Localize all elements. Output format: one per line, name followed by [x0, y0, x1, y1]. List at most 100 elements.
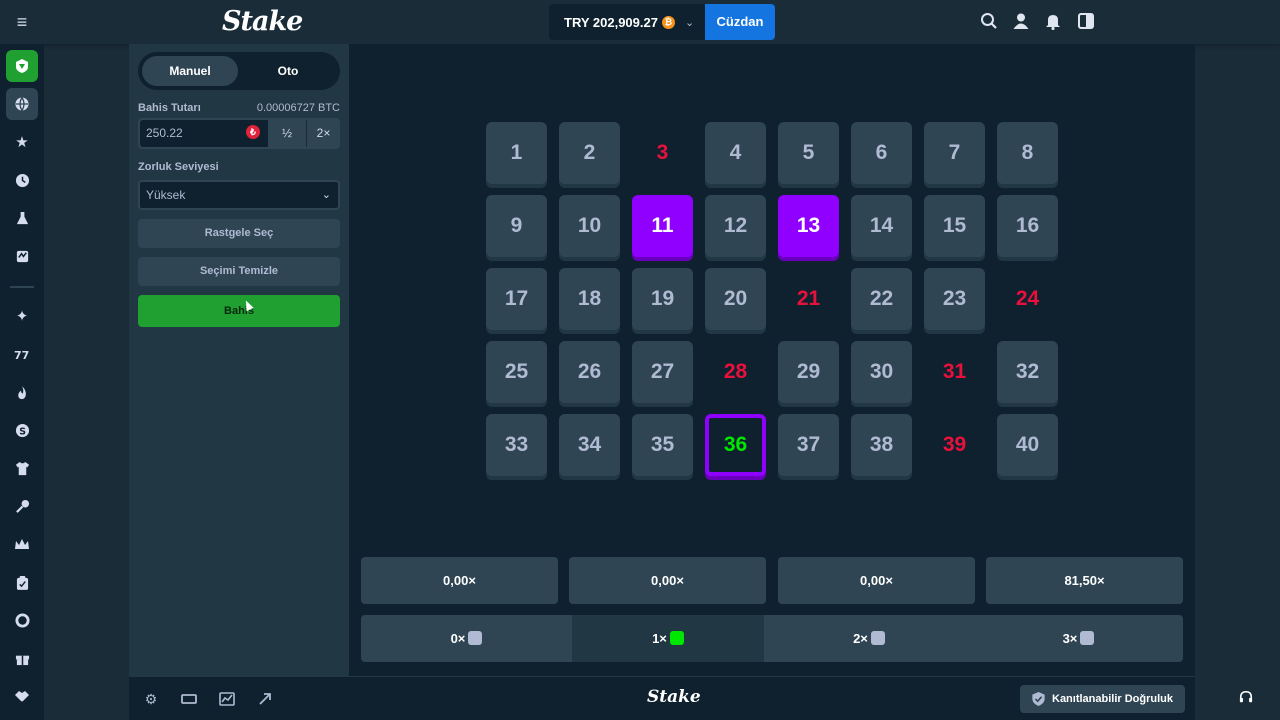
clock-icon[interactable] — [6, 164, 38, 196]
hit-count-cell: 0× — [361, 615, 572, 662]
keno-tile[interactable]: 39 — [924, 414, 985, 476]
keno-tile[interactable]: 16 — [997, 195, 1058, 257]
difficulty-select[interactable]: Yüksek ⌄ — [138, 180, 340, 210]
keno-board: 1 2 3 4 5 6 7 8 9 10 11 12 13 14 15 16 17 18 19 20 21 22 23 24 2… — [349, 44, 1195, 676]
keno-tile[interactable]: 3 — [632, 122, 693, 184]
hit-count-label: 2× — [853, 631, 868, 646]
hit-count-label: 3× — [1062, 631, 1078, 646]
difficulty-label: Zorluk Seviyesi — [138, 161, 219, 173]
keno-tile[interactable]: 11 — [632, 195, 693, 257]
keno-tile[interactable]: 15 — [924, 195, 985, 257]
gift-icon[interactable] — [6, 642, 38, 674]
fire-icon[interactable] — [6, 376, 38, 408]
keno-tile[interactable]: 32 — [997, 341, 1058, 403]
user-icon[interactable] — [1012, 12, 1032, 32]
keno-tile[interactable]: 19 — [632, 268, 693, 330]
keno-tile[interactable]: 26 — [559, 341, 620, 403]
tab-manual[interactable]: Manuel — [142, 56, 238, 86]
star-icon[interactable]: ★ — [6, 126, 38, 158]
settings-icon[interactable]: ⚙ — [143, 691, 159, 707]
keno-tile[interactable]: 22 — [851, 268, 912, 330]
shield-check-icon — [1032, 692, 1045, 706]
clear-selection-button[interactable]: Seçimi Temizle — [138, 257, 340, 286]
keno-tile[interactable]: 14 — [851, 195, 912, 257]
stake-logo[interactable]: Stake — [222, 6, 303, 37]
keno-tile[interactable]: 33 — [486, 414, 547, 476]
hit-count-cell: 3× — [974, 615, 1183, 662]
key-icon[interactable] — [6, 490, 38, 522]
bet-amount-group: 250.22 ₺ ½ 2× — [138, 118, 340, 149]
bet-button[interactable]: Bahis — [138, 295, 340, 327]
keno-tile[interactable]: 29 — [778, 341, 839, 403]
chevron-down-icon: ⌄ — [684, 16, 695, 29]
gem-icon — [870, 631, 885, 645]
hit-count-cell: 2× — [764, 615, 974, 662]
keno-tile[interactable]: 8 — [997, 122, 1058, 184]
keno-tile[interactable]: 17 — [486, 268, 547, 330]
stats-icon[interactable] — [219, 691, 235, 707]
keno-tile[interactable]: 13 — [778, 195, 839, 257]
keno-tile[interactable]: 20 — [705, 268, 766, 330]
keno-tile[interactable]: 12 — [705, 195, 766, 257]
keno-tile[interactable]: 10 — [559, 195, 620, 257]
game-footer: ⚙ Stake Kanıtlanabilir Doğruluk — [129, 676, 1195, 720]
keno-tile[interactable]: 37 — [778, 414, 839, 476]
bet-amount-label: Bahis Tutarı — [138, 102, 201, 114]
provably-fair-label: Kanıtlanabilir Doğruluk — [1052, 693, 1174, 705]
theatre-mode-icon[interactable] — [181, 691, 197, 707]
keno-tile[interactable]: 35 — [632, 414, 693, 476]
tab-auto[interactable]: Oto — [240, 56, 336, 86]
random-pick-button[interactable]: Rastgele Seç — [138, 219, 340, 248]
keno-tile[interactable]: 27 — [632, 341, 693, 403]
keno-tile[interactable]: 6 — [851, 122, 912, 184]
sidebar-toggle-icon[interactable] — [1077, 12, 1097, 32]
keno-tile[interactable]: 5 — [778, 122, 839, 184]
handshake-icon[interactable] — [6, 680, 38, 712]
originals-icon[interactable] — [6, 50, 38, 82]
trophy-icon[interactable] — [6, 240, 38, 272]
sparkle-icon[interactable]: ✦ — [6, 300, 38, 332]
search-icon[interactable] — [980, 12, 1000, 32]
keno-tile[interactable]: 7 — [924, 122, 985, 184]
sports-icon[interactable] — [6, 88, 38, 120]
support-headset-icon[interactable] — [1225, 683, 1267, 713]
keno-tile[interactable]: 28 — [705, 341, 766, 403]
keno-tile[interactable]: 38 — [851, 414, 912, 476]
gem-icon — [669, 631, 684, 645]
provably-fair-button[interactable]: Kanıtlanabilir Doğruluk — [1020, 685, 1185, 713]
balance-selector[interactable]: TRY 202,909.27 ₿ ⌄ — [549, 4, 705, 40]
flask-icon[interactable] — [6, 202, 38, 234]
keno-tile[interactable]: 18 — [559, 268, 620, 330]
keno-tile[interactable]: 25 — [486, 341, 547, 403]
menu-icon[interactable]: ≡ — [12, 13, 32, 31]
keno-tile[interactable]: 36 — [705, 414, 766, 476]
keno-tile[interactable]: 30 — [851, 341, 912, 403]
slots-icon[interactable]: 777 — [6, 338, 38, 370]
keno-tile[interactable]: 40 — [997, 414, 1058, 476]
svg-text:777: 777 — [14, 349, 30, 360]
keno-tile[interactable]: 21 — [778, 268, 839, 330]
shirt-icon[interactable] — [6, 452, 38, 484]
clipboard-icon[interactable] — [6, 566, 38, 598]
live-casino-icon[interactable]: S — [6, 414, 38, 446]
half-bet-button[interactable]: ½ — [270, 120, 304, 147]
lira-coin-icon: ₺ — [246, 125, 260, 139]
bell-icon[interactable] — [1044, 12, 1064, 32]
keno-tile[interactable]: 34 — [559, 414, 620, 476]
difficulty-value: Yüksek — [146, 188, 186, 202]
keno-tile[interactable]: 9 — [486, 195, 547, 257]
double-bet-button[interactable]: 2× — [306, 120, 340, 147]
keno-tile[interactable]: 1 — [486, 122, 547, 184]
keno-tile[interactable]: 31 — [924, 341, 985, 403]
keno-tile[interactable]: 24 — [997, 268, 1058, 330]
crown-icon[interactable] — [6, 528, 38, 560]
popout-icon[interactable] — [257, 691, 273, 707]
wallet-button[interactable]: Cüzdan — [705, 4, 775, 40]
bet-panel: Manuel Oto Bahis Tutarı 0.00006727 BTC 2… — [129, 44, 349, 676]
lifebuoy-icon[interactable] — [6, 604, 38, 636]
keno-tile[interactable]: 4 — [705, 122, 766, 184]
keno-tile[interactable]: 23 — [924, 268, 985, 330]
gem-icon — [1080, 631, 1095, 645]
keno-tile[interactable]: 2 — [559, 122, 620, 184]
gem-icon — [468, 631, 483, 645]
